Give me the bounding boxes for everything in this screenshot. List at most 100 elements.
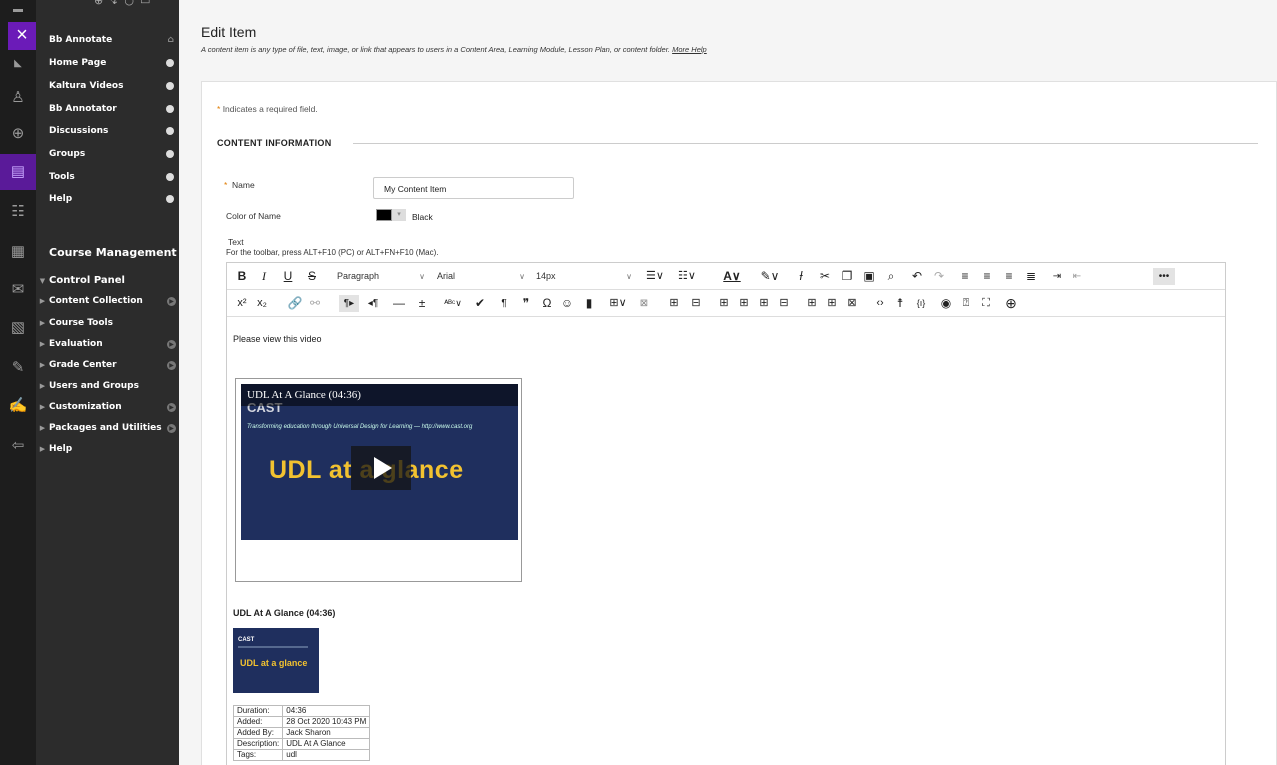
undo-icon[interactable]: ↶ [909, 268, 925, 285]
video-player[interactable]: CAST UDL At A Glance (04:36) Transformin… [241, 384, 518, 540]
open-menu-icon[interactable]: ▶ [167, 424, 176, 433]
bold-icon[interactable]: B [235, 268, 249, 285]
accessibility-icon[interactable]: ☨ [893, 295, 907, 312]
link-icon[interactable]: 🔗 [287, 295, 303, 312]
redo-icon[interactable]: ↷ [931, 268, 947, 285]
table-cell-icon[interactable]: ⊟ [777, 295, 791, 312]
split-cells-icon[interactable]: ⊞ [825, 295, 839, 312]
font-family-select[interactable]: Arial ∨ [437, 268, 525, 285]
clear-formatting-icon[interactable]: Ɨ [793, 268, 809, 285]
strikethrough-icon[interactable]: S [305, 268, 319, 285]
bullet-list-icon[interactable]: ☰∨ [641, 268, 669, 285]
subscript-icon[interactable]: x₂ [255, 295, 269, 312]
chevron-down-icon[interactable]: ▾ [392, 209, 406, 221]
italic-icon[interactable]: I [257, 268, 271, 285]
cp-content-collection[interactable]: ▶ Content Collection ▶ [36, 292, 179, 310]
fullscreen-icon[interactable]: ⛶ [979, 295, 993, 312]
underline-icon[interactable]: U [281, 268, 295, 285]
courses-icon[interactable]: ▤ [8, 162, 28, 182]
more-help-link[interactable]: More Help [672, 45, 707, 54]
menu-item-discussions[interactable]: Discussions [49, 123, 174, 139]
control-panel-toggle[interactable]: ▼ Control Panel [36, 272, 179, 290]
table-icon[interactable]: ⊞∨ [605, 295, 631, 312]
cut-icon[interactable]: ✂ [817, 268, 833, 285]
menu-item-bb-annotator[interactable]: Bb Annotator [49, 101, 174, 117]
ltr-icon[interactable]: ¶▸ [339, 295, 359, 312]
source-code-icon[interactable]: ‹› [873, 295, 887, 312]
open-menu-icon[interactable]: ▶ [167, 340, 176, 349]
menu-item-bb-annotate[interactable]: Bb Annotate ⌂ [49, 32, 174, 48]
outdent-icon[interactable]: ⇤ [1069, 268, 1085, 285]
delete-column-icon[interactable]: ⊞ [757, 295, 771, 312]
cp-course-tools[interactable]: ▶ Course Tools [36, 314, 179, 332]
insert-content-icon[interactable]: ± [415, 295, 429, 312]
collapse-icon[interactable]: ◣ [8, 54, 28, 74]
editor-body[interactable]: Please view this video CAST UDL At A Gla… [227, 318, 1225, 765]
emoji-icon[interactable]: ☺ [560, 295, 574, 312]
delete-table-icon[interactable]: ⊠ [845, 295, 859, 312]
edit-icon[interactable]: ✍ [8, 396, 28, 416]
cp-users-and-groups[interactable]: ▶ Users and Groups [36, 377, 179, 395]
course-menu-toolbar-icons[interactable]: ⊕↯○▭ [94, 0, 179, 10]
math-icon[interactable]: {ı} [913, 295, 929, 312]
horizontal-line-icon[interactable]: — [392, 295, 406, 312]
help-icon[interactable]: ⍰ [959, 295, 973, 312]
play-button[interactable] [351, 446, 411, 490]
rtl-icon[interactable]: ◂¶ [365, 295, 381, 312]
highlight-color-icon[interactable]: ✎∨ [755, 268, 785, 285]
spellcheck-icon[interactable]: ᴬᴮᶜ∨ [441, 295, 465, 312]
blockquote-icon[interactable]: ❞ [519, 295, 533, 312]
grades-icon[interactable]: ▧ [8, 318, 28, 338]
align-center-icon[interactable]: ≡ [979, 268, 995, 285]
insert-column-after-icon[interactable]: ⊞ [737, 295, 751, 312]
globe-icon[interactable]: ⊕ [8, 124, 28, 144]
menu-item-kaltura-videos[interactable]: Kaltura Videos [49, 78, 174, 94]
text-color-icon[interactable]: A∨ [717, 268, 747, 285]
show-blocks-icon[interactable]: ¶ [497, 295, 511, 312]
preview-icon[interactable]: ◉ [939, 295, 953, 312]
messages-icon[interactable]: ✉ [8, 280, 28, 300]
special-character-icon[interactable]: Ω [540, 295, 554, 312]
insert-column-icon[interactable]: ⊞ [717, 295, 731, 312]
insert-row-icon[interactable]: ⊞ [667, 295, 681, 312]
name-input[interactable]: My Content Item [373, 177, 574, 199]
font-size-select[interactable]: 14px ∨ [536, 268, 632, 285]
align-right-icon[interactable]: ≡ [1001, 268, 1017, 285]
tools-icon[interactable]: ✎ [8, 358, 28, 378]
add-content-icon[interactable]: ⊕ [1003, 295, 1019, 312]
copy-icon[interactable]: ❐ [839, 268, 855, 285]
menu-icon[interactable]: ▬ [8, 0, 28, 20]
cp-customization[interactable]: ▶ Customization ▶ [36, 398, 179, 416]
numbered-list-icon[interactable]: ☷∨ [673, 268, 701, 285]
paragraph-format-select[interactable]: Paragraph ∨ [337, 268, 425, 285]
delete-row-icon[interactable]: ⊟ [689, 295, 703, 312]
close-icon[interactable]: × [8, 22, 36, 50]
open-menu-icon[interactable]: ▶ [167, 403, 176, 412]
more-options-icon[interactable]: ••• [1153, 268, 1175, 285]
bookmark-icon[interactable]: ▮ [582, 295, 596, 312]
menu-item-home-page[interactable]: Home Page [49, 55, 174, 71]
merge-cells-icon[interactable]: ⊞ [805, 295, 819, 312]
open-menu-icon[interactable]: ▶ [167, 297, 176, 306]
profile-icon[interactable]: ♙ [8, 88, 28, 108]
table-properties-icon[interactable]: ⊠ [637, 295, 651, 312]
unlink-icon[interactable]: ⚯ [307, 295, 323, 312]
menu-item-tools[interactable]: Tools [49, 169, 174, 185]
menu-item-groups[interactable]: Groups [49, 146, 174, 162]
video-thumbnail[interactable]: CAST UDL at a glance [233, 628, 319, 693]
align-left-icon[interactable]: ≡ [957, 268, 973, 285]
cp-grade-center[interactable]: ▶ Grade Center ▶ [36, 356, 179, 374]
cp-help[interactable]: ▶ Help [36, 440, 179, 458]
color-swatch[interactable] [376, 209, 392, 221]
superscript-icon[interactable]: x² [235, 295, 249, 312]
indent-icon[interactable]: ⇥ [1049, 268, 1065, 285]
find-replace-icon[interactable]: ⌕ [883, 268, 899, 285]
checkmark-icon[interactable]: ✔ [473, 295, 487, 312]
paste-icon[interactable]: ▣ [861, 268, 877, 285]
justify-icon[interactable]: ≣ [1023, 268, 1039, 285]
menu-item-help[interactable]: Help [49, 191, 174, 207]
sign-out-icon[interactable]: ⇦ [8, 436, 28, 456]
organizations-icon[interactable]: ☷ [8, 202, 28, 222]
calendar-icon[interactable]: ▦ [8, 242, 28, 262]
cp-evaluation[interactable]: ▶ Evaluation ▶ [36, 335, 179, 353]
